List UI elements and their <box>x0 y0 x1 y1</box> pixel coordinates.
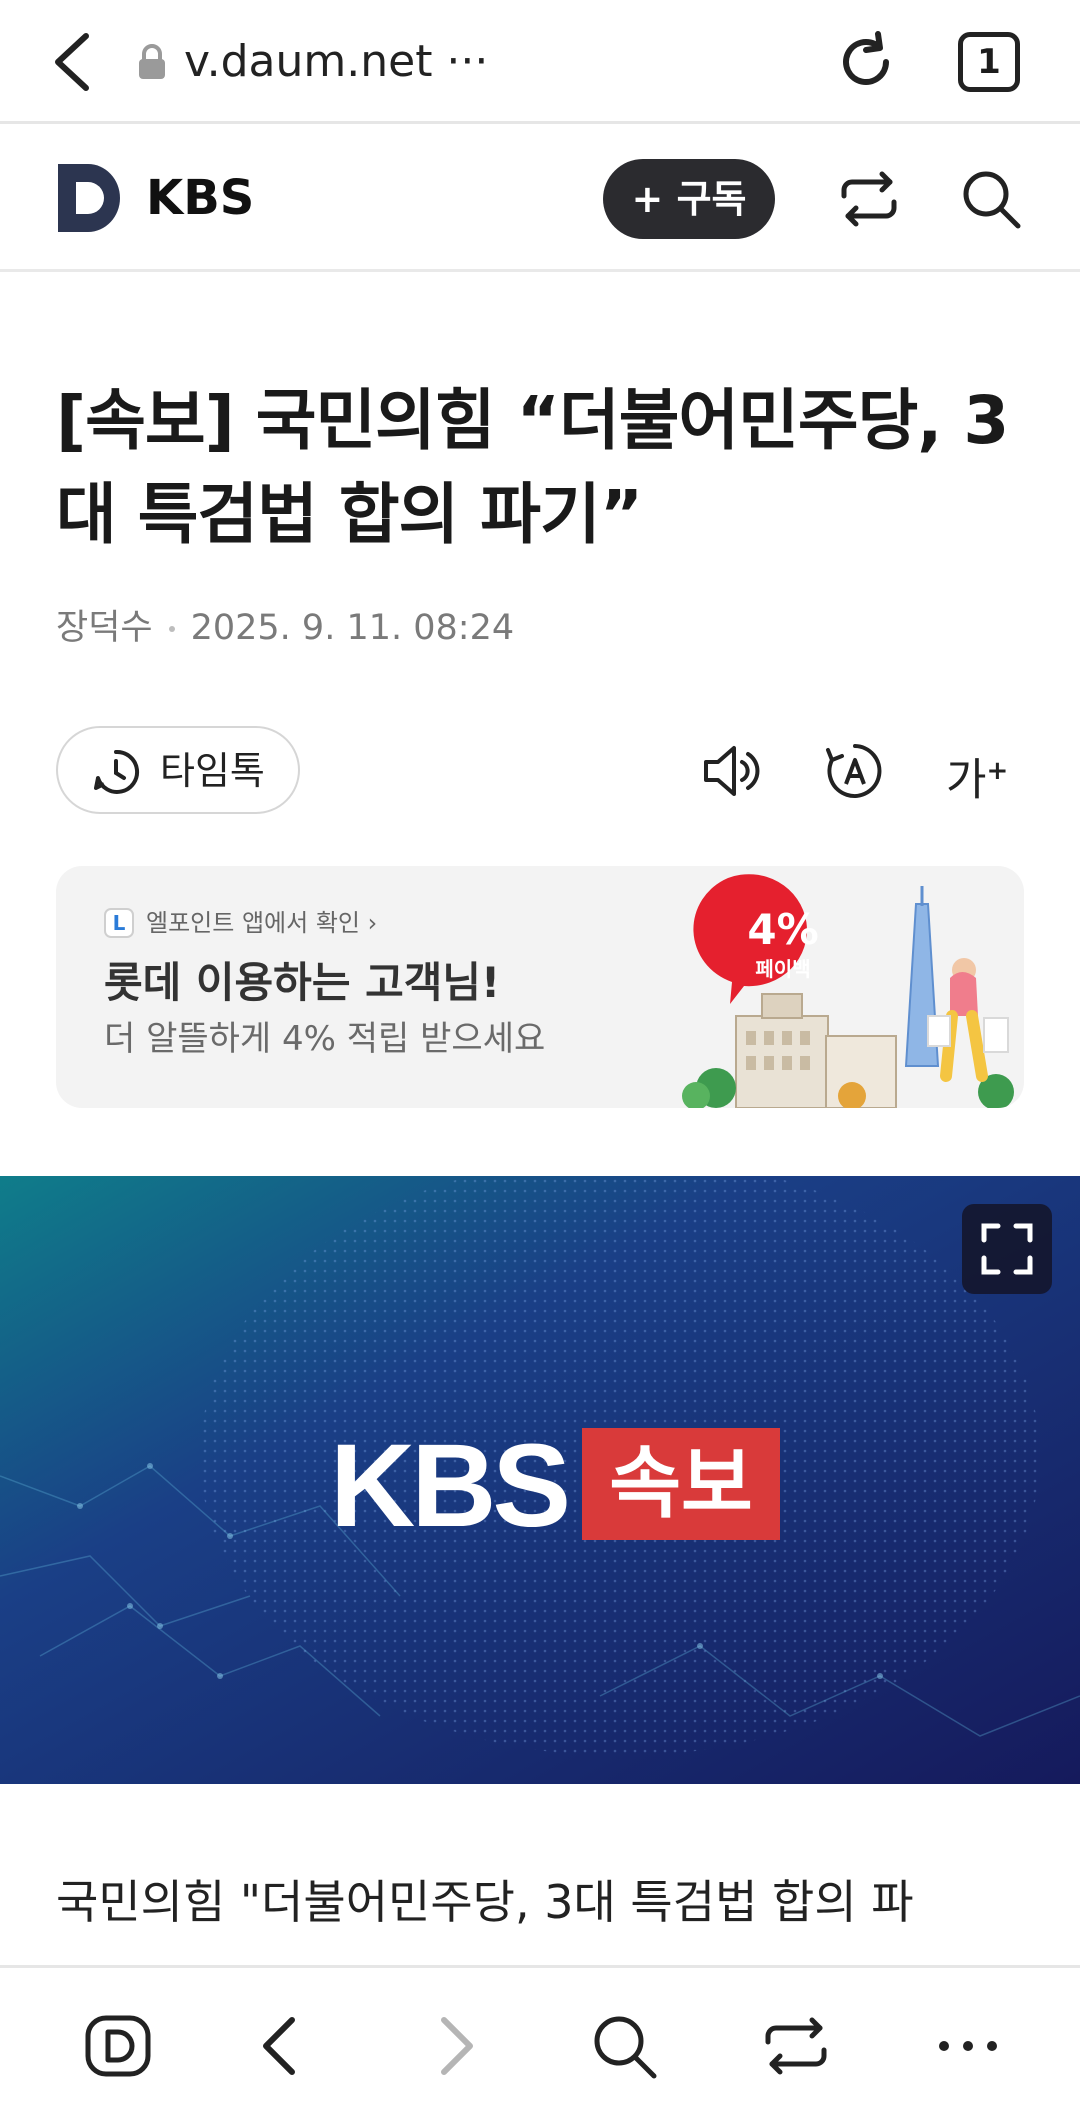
published-datetime: 2025. 9. 11. 08:24 <box>190 608 515 648</box>
font-size-label: 가 <box>946 754 987 806</box>
expand-icon <box>981 1223 1033 1275</box>
back-arrow-icon[interactable] <box>46 30 102 94</box>
fullscreen-button[interactable] <box>962 1204 1052 1294</box>
ad-main-text: 롯데 이용하는 고객님! <box>104 958 501 1007</box>
search-icon[interactable] <box>958 166 1024 232</box>
back-icon[interactable] <box>244 2008 320 2084</box>
ad-sub-text: 더 알뜰하게 4% 적립 받으세요 <box>104 1019 546 1059</box>
share-icon[interactable] <box>836 166 902 232</box>
ad-small-text: 엘포인트 앱에서 확인 › <box>146 909 378 937</box>
hero-kbs-logo: KBS <box>330 1420 571 1552</box>
separator-dot <box>168 626 175 632</box>
author-name[interactable]: 장덕수 <box>56 608 153 648</box>
translate-icon[interactable] <box>822 738 888 804</box>
lock-icon <box>139 44 165 79</box>
clock-icon <box>94 749 140 794</box>
font-size-button[interactable]: 가+ <box>946 738 1012 806</box>
press-name[interactable]: KBS <box>146 170 254 226</box>
article-hero-image[interactable]: KBS 속보 <box>0 1176 1080 1784</box>
url-text[interactable]: v.daum.net ··· <box>184 34 488 90</box>
search-icon[interactable] <box>586 2008 662 2084</box>
site-header: KBS + 구독 <box>0 124 1080 272</box>
byline: 장덕수 2025. 9. 11. 08:24 <box>56 606 514 650</box>
subscribe-button[interactable]: + 구독 <box>603 159 775 239</box>
share-icon[interactable] <box>758 2008 834 2084</box>
more-icon[interactable] <box>930 2008 1006 2084</box>
timetalk-button[interactable]: 타임톡 <box>56 726 300 814</box>
hero-breaking-tag: 속보 <box>582 1428 780 1540</box>
lpoint-logo-icon: L <box>104 908 134 938</box>
ad-bubble-text: 페이백 <box>755 957 811 981</box>
ad-banner[interactable]: L 엘포인트 앱에서 확인 › 롯데 이용하는 고객님! 더 알뜰하게 4% 적… <box>56 866 1024 1108</box>
article-headline: [속보] 국민의힘 “더불어민주당, 3대 특검법 합의 파기” <box>56 382 1009 553</box>
ad-bubble-percent: 4% <box>747 905 819 954</box>
browser-url-bar: v.daum.net ··· 1 <box>0 0 1080 124</box>
forward-icon[interactable] <box>416 2008 492 2084</box>
article-lead-text: 국민의힘 "더불어민주당, 3대 특검법 합의 파 <box>56 1875 914 1929</box>
tab-counter-button[interactable]: 1 <box>958 32 1020 92</box>
daum-home-icon[interactable] <box>80 2008 156 2084</box>
daum-logo-icon[interactable] <box>58 164 122 232</box>
plus-icon: + <box>986 756 1009 786</box>
reload-icon[interactable] <box>834 30 898 94</box>
timetalk-label: 타임톡 <box>160 749 265 793</box>
bottom-navigation <box>0 1965 1080 2121</box>
ad-illustration <box>682 874 1014 1108</box>
speaker-icon[interactable] <box>698 738 764 804</box>
